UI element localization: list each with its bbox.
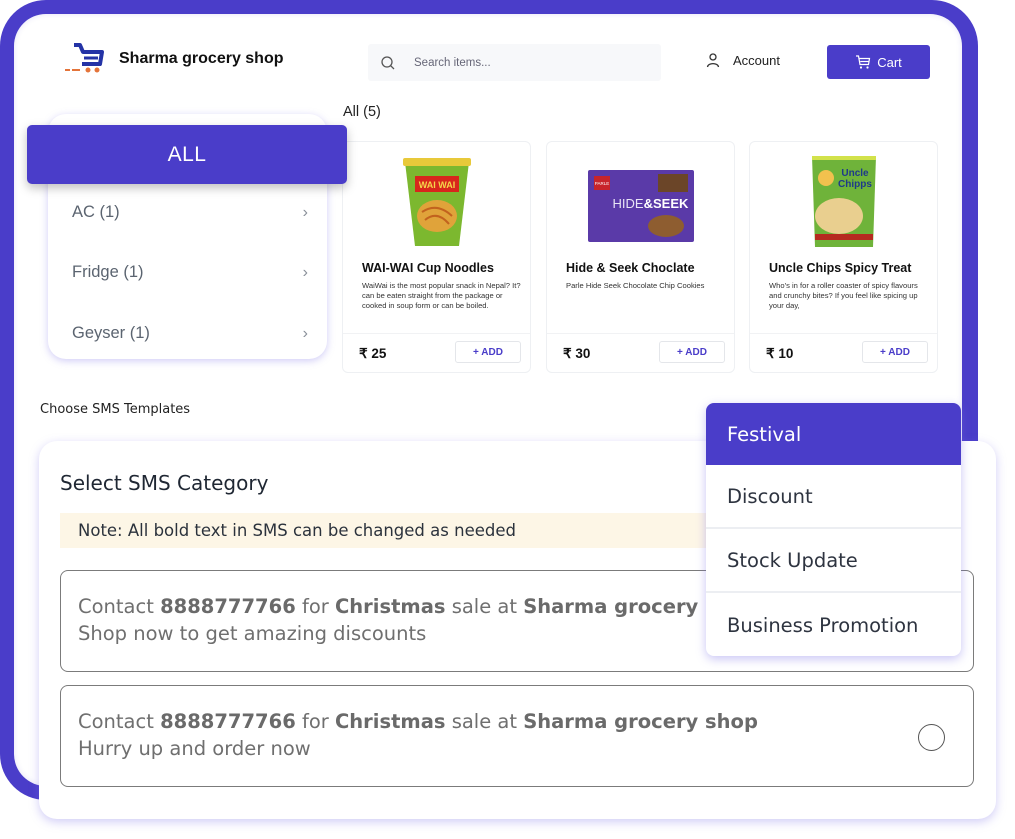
- product-image: PARLE HIDE &SEEK: [547, 154, 734, 254]
- products-heading: All (5): [343, 104, 381, 120]
- sms-template-option[interactable]: Contact 8888777766 for Christmas sale at…: [60, 685, 974, 787]
- category-label: ALL: [167, 142, 207, 166]
- shop-name-bold: Sharma grocery shop: [523, 710, 758, 733]
- category-item-fridge[interactable]: Fridge (1) ›: [72, 263, 312, 282]
- svg-text:WAI WAI: WAI WAI: [418, 180, 455, 190]
- chevron-right-icon: ›: [302, 203, 308, 221]
- sms-section-title: Choose SMS Templates: [40, 402, 191, 417]
- text: Contact: [78, 595, 161, 618]
- category-label: AC (1): [72, 203, 120, 221]
- product-price: ₹ 30: [563, 346, 591, 361]
- template-line-1: Contact 8888777766 for Christmas sale at…: [78, 708, 973, 735]
- search-input[interactable]: [414, 56, 634, 69]
- add-to-cart-button[interactable]: + ADD: [862, 341, 928, 363]
- dropdown-option-stock-update[interactable]: Stock Update: [706, 529, 961, 593]
- phone-number: 8888777766: [160, 710, 296, 733]
- divider: [547, 333, 734, 334]
- product-description: Parle Hide Seek Chocolate Chip Cookies: [566, 281, 705, 290]
- user-icon: [706, 53, 720, 68]
- festival-name: Christmas: [334, 595, 446, 618]
- noodle-cup-image: WAI WAI: [402, 158, 471, 246]
- hide-seek-pack-image: PARLE HIDE &SEEK: [587, 170, 694, 242]
- product-description: WaiWai is the most popular snack in Nepa…: [362, 281, 521, 310]
- uncle-chipps-pack-image: Uncle Chipps: [811, 156, 876, 247]
- product-price: ₹ 25: [359, 346, 387, 361]
- dropdown-option-discount[interactable]: Discount: [706, 465, 961, 529]
- sms-category-dropdown[interactable]: Festival Discount Stock Update Business …: [706, 403, 961, 656]
- category-label: Geyser (1): [72, 324, 150, 342]
- search-bar[interactable]: [368, 44, 661, 81]
- account-link[interactable]: Account: [705, 52, 780, 68]
- account-label: Account: [733, 52, 780, 68]
- template-radio[interactable]: [918, 724, 945, 751]
- product-description: Who's in for a roller coaster of spicy f…: [769, 281, 918, 310]
- svg-text:Chipps: Chipps: [838, 179, 872, 190]
- cart-icon: [856, 55, 871, 69]
- product-price: ₹ 10: [766, 346, 794, 361]
- divider: [750, 333, 937, 334]
- text: sale at: [445, 595, 524, 618]
- festival-name: Christmas: [334, 710, 446, 733]
- product-title: Uncle Chips Spicy Treat: [769, 261, 912, 275]
- cart-logo-icon: [65, 43, 104, 73]
- shop-name: Sharma grocery shop: [119, 50, 284, 67]
- product-image: WAI WAI: [343, 154, 530, 254]
- sms-category-heading: Select SMS Category: [60, 471, 269, 495]
- category-item-geyser[interactable]: Geyser (1) ›: [72, 324, 312, 343]
- product-card[interactable]: Uncle Chipps Uncle Chips Spicy Treat Who…: [749, 141, 938, 373]
- product-card[interactable]: WAI WAI WAI-WAI Cup Noodles WaiWai is th…: [342, 141, 531, 373]
- svg-text:&SEEK: &SEEK: [643, 196, 688, 211]
- product-card[interactable]: PARLE HIDE &SEEK Hide & Seek Choclate Pa…: [546, 141, 735, 373]
- phone-number: 8888777766: [160, 595, 296, 618]
- dropdown-option-business-promotion[interactable]: Business Promotion: [706, 593, 961, 656]
- category-item-all[interactable]: ALL: [27, 125, 347, 184]
- product-title: Hide & Seek Choclate: [566, 261, 695, 275]
- chevron-right-icon: ›: [302, 324, 308, 342]
- svg-text:Uncle: Uncle: [841, 168, 869, 179]
- product-title: WAI-WAI Cup Noodles: [362, 261, 494, 275]
- add-to-cart-button[interactable]: + ADD: [659, 341, 725, 363]
- divider: [343, 333, 530, 334]
- svg-text:HIDE: HIDE: [612, 196, 643, 211]
- category-label: Fridge (1): [72, 263, 144, 281]
- text: sale at: [445, 710, 524, 733]
- template-line-2: Hurry up and order now: [78, 737, 311, 760]
- category-item-ac[interactable]: AC (1) ›: [72, 203, 312, 222]
- text: Contact: [78, 710, 161, 733]
- dropdown-option-festival[interactable]: Festival: [706, 403, 961, 465]
- text: for: [295, 710, 335, 733]
- product-image: Uncle Chipps: [750, 154, 937, 254]
- add-to-cart-button[interactable]: + ADD: [455, 341, 521, 363]
- chevron-right-icon: ›: [302, 263, 308, 281]
- search-icon: [381, 55, 395, 69]
- cart-label: Cart: [877, 54, 902, 70]
- note-text: Note: All bold text in SMS can be change…: [78, 521, 516, 540]
- cart-button[interactable]: Cart: [827, 45, 930, 79]
- text: for: [295, 595, 335, 618]
- svg-text:PARLE: PARLE: [594, 181, 608, 186]
- note-banner: Note: All bold text in SMS can be change…: [60, 513, 720, 548]
